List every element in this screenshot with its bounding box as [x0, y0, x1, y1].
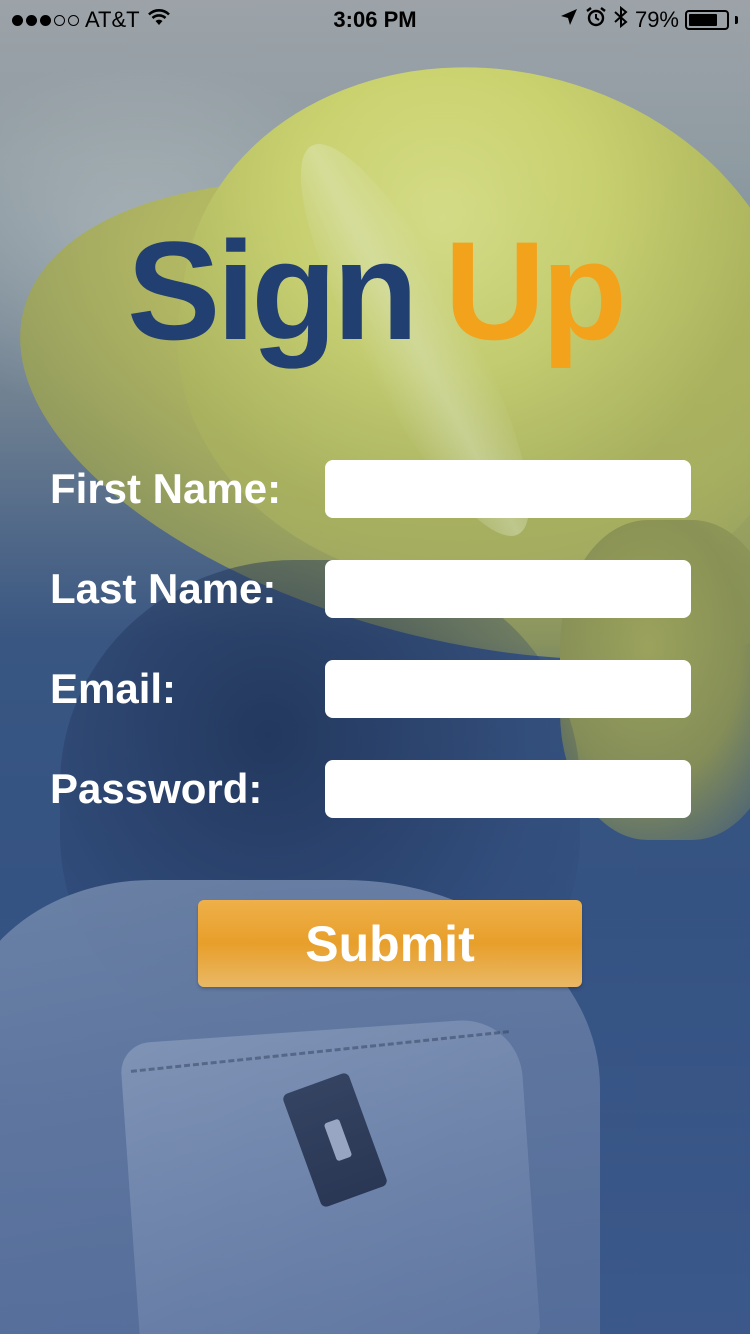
last-name-label: Last Name: [50, 565, 277, 612]
first-name-field[interactable] [325, 460, 691, 518]
carrier-name: AT&T [85, 7, 140, 32]
page-title: Sign Up [0, 210, 750, 372]
email-row: Email: [50, 660, 692, 718]
sign-up-form: First Name: Last Name: Email: Password: [50, 460, 692, 860]
last-name-field[interactable] [325, 560, 691, 618]
location-arrow-icon [559, 7, 579, 33]
battery-percent: 79% [634, 7, 679, 32]
sign-up-screen: AT&T 3:06 PM 79% Sign Up First Name: Las… [0, 0, 750, 1334]
alarm-icon [585, 6, 607, 34]
last-name-row: Last Name: [50, 560, 692, 618]
title-sign: Sign [127, 212, 418, 369]
submit-button[interactable]: Submit [198, 900, 582, 987]
password-field[interactable] [325, 760, 691, 818]
title-up: Up [444, 212, 627, 369]
wifi-icon [146, 7, 172, 33]
first-name-row: First Name: [50, 460, 692, 518]
bluetooth-icon [613, 5, 629, 35]
password-label: Password: [50, 765, 263, 812]
status-bar: AT&T 3:06 PM 79% [0, 0, 750, 40]
signal-strength-icon [12, 14, 79, 26]
email-label: Email: [50, 665, 177, 712]
password-row: Password: [50, 760, 692, 818]
email-field[interactable] [325, 660, 691, 718]
first-name-label: First Name: [50, 465, 282, 512]
battery-icon [685, 10, 729, 30]
